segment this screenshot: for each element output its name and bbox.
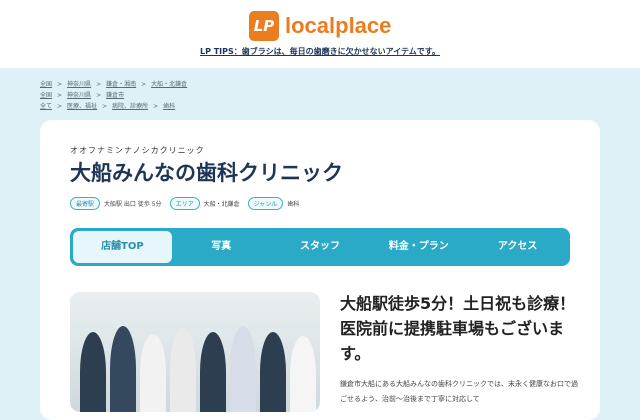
clinic-staff-photo — [70, 292, 320, 412]
tips-link[interactable]: LP TIPS：歯ブラシは、毎日の歯磨きに欠かせないアイテムです。 — [0, 46, 640, 57]
breadcrumbs: 全国 > 神奈川県 > 鎌倉・湘南 > 大船・北鎌倉 全国 > 神奈川県 > 鎌倉市 全て > 医療、福祉 >… — [40, 79, 187, 112]
logo-text: localplace — [285, 13, 392, 38]
clinic-kana: オオフナミンナノシカクリニック — [70, 146, 205, 155]
tag-area-value: 大船・北鎌倉 — [203, 201, 240, 208]
logo[interactable]: LP localplace — [249, 11, 391, 41]
description: 鎌倉市大船にある大船みんなの歯科クリニックでは、末永く健康なお口で過ごせるよう、… — [340, 380, 578, 403]
breadcrumb-link[interactable]: 全国 — [40, 81, 52, 88]
breadcrumb-link[interactable]: 鎌倉・湘南 — [106, 81, 136, 88]
breadcrumb-link[interactable]: 歯科 — [163, 103, 175, 110]
breadcrumb-separator: > — [57, 92, 63, 99]
breadcrumb-separator: > — [96, 81, 102, 88]
breadcrumb-separator: > — [57, 103, 63, 110]
breadcrumb-separator: > — [153, 103, 159, 110]
tag-genre-label: ジャンル — [247, 197, 284, 210]
breadcrumb-separator: > — [57, 81, 63, 88]
breadcrumb: 全国 > 神奈川県 > 鎌倉・湘南 > 大船・北鎌倉 — [40, 79, 187, 90]
breadcrumb-link[interactable]: 鎌倉市 — [106, 92, 124, 99]
breadcrumb-link[interactable]: 病院、診療所 — [112, 103, 148, 110]
breadcrumb-link[interactable]: 神奈川県 — [67, 92, 91, 99]
tag-station-value: 大船駅 出口 徒歩 5分 — [104, 201, 162, 208]
tag-genre-value: 歯科 — [287, 201, 300, 208]
tab-bar: 店舗TOP 写真 スタッフ 料金・プラン アクセス — [70, 228, 570, 266]
tab-access[interactable]: アクセス — [468, 231, 567, 263]
clinic-tags: 最寄駅 大船駅 出口 徒歩 5分 エリア 大船・北鎌倉 ジャンル 歯科 — [70, 197, 307, 210]
breadcrumb-link[interactable]: 医療、福祉 — [67, 103, 97, 110]
breadcrumb: 全て > 医療、福祉 > 病院、診療所 > 歯科 — [40, 101, 187, 112]
breadcrumb-separator: > — [96, 92, 102, 99]
breadcrumb-separator: > — [102, 103, 108, 110]
site-header: LP localplace LP TIPS：歯ブラシは、毎日の歯磨きに欠かせない… — [0, 0, 640, 68]
breadcrumb-link[interactable]: 全国 — [40, 92, 52, 99]
breadcrumb-link[interactable]: 全て — [40, 103, 52, 110]
breadcrumb-separator: > — [141, 81, 147, 88]
logo-mark: LP — [249, 11, 279, 41]
tab-store-top[interactable]: 店舗TOP — [73, 231, 172, 263]
breadcrumb-link[interactable]: 大船・北鎌倉 — [151, 81, 187, 88]
tag-station-label: 最寄駅 — [70, 197, 101, 210]
tag-area-label: エリア — [169, 197, 200, 210]
page-title: 大船みんなの歯科クリニック — [70, 161, 343, 185]
breadcrumb: 全国 > 神奈川県 > 鎌倉市 — [40, 90, 187, 101]
breadcrumb-link[interactable]: 神奈川県 — [67, 81, 91, 88]
tab-pricing[interactable]: 料金・プラン — [369, 231, 468, 263]
tab-photos[interactable]: 写真 — [172, 231, 271, 263]
tab-staff[interactable]: スタッフ — [271, 231, 370, 263]
headline: 大船駅徒歩5分！土日祝も診療！医院前に提携駐車場もございます。 — [340, 294, 576, 363]
